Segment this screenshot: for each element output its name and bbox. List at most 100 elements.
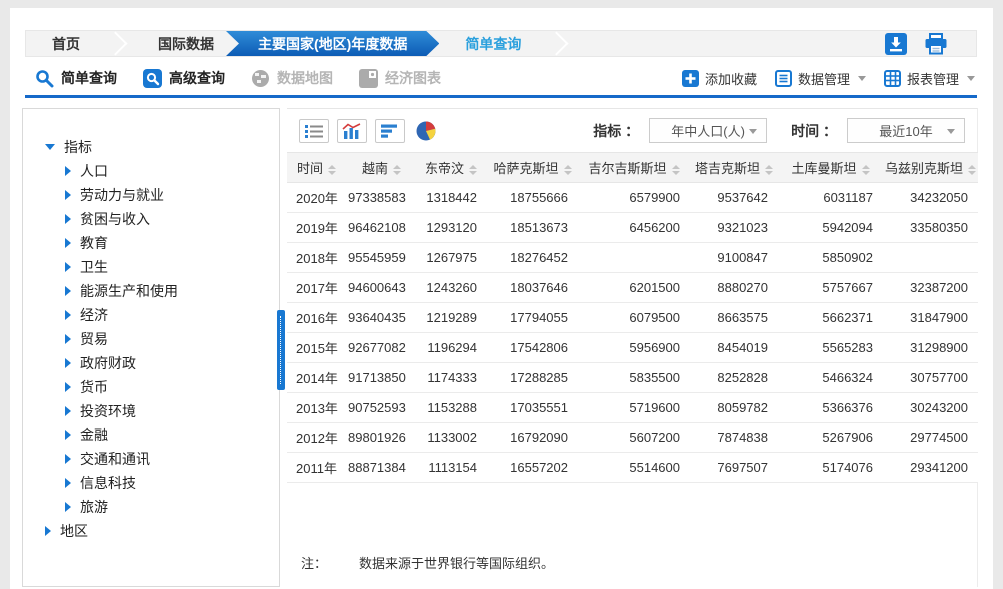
value-cell: 5514600 — [578, 453, 690, 483]
breadcrumb-annual-data-active[interactable]: 主要国家(地区)年度数据 — [226, 31, 439, 56]
column-header-时间[interactable]: 时间 — [287, 153, 348, 183]
value-cell: 8663575 — [690, 303, 778, 333]
expand-icon[interactable] — [65, 358, 71, 368]
sort-icon[interactable] — [672, 165, 680, 175]
tree-item-贸易[interactable]: 贸易 — [65, 327, 279, 351]
value-cell: 1219289 — [415, 303, 487, 333]
expand-icon[interactable] — [65, 310, 71, 320]
expand-icon[interactable] — [65, 334, 71, 344]
tree-item-信息科技[interactable]: 信息科技 — [65, 471, 279, 495]
value-cell: 34232050 — [883, 183, 978, 213]
report-manage-menu[interactable]: 报表管理 — [884, 69, 975, 88]
value-cell: 33580350 — [883, 213, 978, 243]
tree-root-region[interactable]: 地区 — [45, 519, 279, 543]
panel-splitter-handle[interactable] — [277, 310, 285, 390]
tree-item-投资环境[interactable]: 投资环境 — [65, 399, 279, 423]
value-cell: 29341200 — [883, 453, 978, 483]
time-select[interactable]: 最近10年 — [847, 118, 965, 143]
tree-item-金融[interactable]: 金融 — [65, 423, 279, 447]
tree-item-交通和通讯[interactable]: 交通和通讯 — [65, 447, 279, 471]
column-header-土库曼斯坦[interactable]: 土库曼斯坦 — [778, 153, 883, 183]
sort-icon[interactable] — [469, 165, 477, 175]
tree-item-政府财政[interactable]: 政府财政 — [65, 351, 279, 375]
data-manage-label: 数据管理 — [798, 69, 850, 88]
pie-chart-view-button[interactable] — [413, 119, 439, 143]
expand-icon[interactable] — [65, 214, 71, 224]
economy-chart-label: 经济图表 — [385, 68, 441, 88]
sort-icon[interactable] — [393, 165, 401, 175]
tree-item-人口[interactable]: 人口 — [65, 159, 279, 183]
tree-item-能源生产和使用[interactable]: 能源生产和使用 — [65, 279, 279, 303]
expand-icon[interactable] — [65, 238, 71, 248]
simple-query-button[interactable]: 简单查询 — [35, 68, 117, 88]
expand-icon[interactable] — [65, 430, 71, 440]
print-icon[interactable] — [924, 33, 948, 55]
advanced-query-label: 高级查询 — [169, 68, 225, 88]
data-manage-menu[interactable]: 数据管理 — [775, 69, 866, 88]
toolbar: 简单查询 高级查询 数据地图 经济图表 — [25, 63, 977, 98]
sort-icon[interactable] — [328, 165, 336, 175]
hbar-chart-view-button[interactable] — [375, 119, 405, 143]
expand-icon[interactable] — [65, 406, 71, 416]
sort-icon[interactable] — [564, 165, 572, 175]
sort-icon[interactable] — [862, 165, 870, 175]
expand-icon[interactable] — [65, 190, 71, 200]
column-header-越南[interactable]: 越南 — [348, 153, 415, 183]
tree-root-label: 地区 — [60, 521, 88, 541]
value-cell: 5956900 — [578, 333, 690, 363]
data-manage-icon — [775, 70, 792, 87]
table-view-button[interactable] — [299, 119, 329, 143]
add-favorite-label: 添加收藏 — [705, 69, 757, 88]
advanced-query-button[interactable]: 高级查询 — [143, 68, 225, 88]
expand-icon[interactable] — [65, 286, 71, 296]
sort-icon[interactable] — [765, 165, 773, 175]
tree-item-label: 金融 — [80, 425, 108, 445]
expand-icon[interactable] — [65, 478, 71, 488]
bar-chart-view-button[interactable] — [337, 119, 367, 143]
expand-icon[interactable] — [65, 502, 71, 512]
content-area: 指标 人口劳动力与就业贫困与收入教育卫生能源生产和使用经济贸易政府财政货币投资环… — [22, 104, 988, 589]
tree-item-label: 货币 — [80, 377, 108, 397]
value-cell: 5174076 — [778, 453, 883, 483]
indicator-select[interactable]: 年中人口(人) — [649, 118, 767, 143]
collapse-icon[interactable] — [45, 144, 55, 150]
tree-root-indicator[interactable]: 指标 — [45, 135, 279, 159]
add-favorite-button[interactable]: 添加收藏 — [682, 69, 757, 88]
hbar-chart-icon — [380, 123, 400, 139]
time-select-label: 时间 ： — [791, 121, 837, 141]
expand-icon[interactable] — [45, 526, 51, 536]
expand-icon[interactable] — [65, 166, 71, 176]
chevron-separator-icon — [106, 31, 132, 56]
breadcrumb-international-data[interactable]: 国际数据 — [132, 31, 240, 56]
value-cell: 30757700 — [883, 363, 978, 393]
table-row: 2011年88871384111315416557202551460076975… — [287, 453, 978, 483]
tree-item-货币[interactable]: 货币 — [65, 375, 279, 399]
tree-item-label: 交通和通讯 — [80, 449, 150, 469]
expand-icon[interactable] — [65, 262, 71, 272]
expand-icon[interactable] — [65, 382, 71, 392]
download-icon[interactable] — [885, 33, 907, 55]
tree-item-旅游[interactable]: 旅游 — [65, 495, 279, 519]
breadcrumb-simple-query[interactable]: 简单查询 — [439, 31, 547, 56]
tree-item-教育[interactable]: 教育 — [65, 231, 279, 255]
tree-item-经济[interactable]: 经济 — [65, 303, 279, 327]
value-cell: 6079500 — [578, 303, 690, 333]
column-header-label: 越南 — [362, 161, 388, 176]
value-cell: 90752593 — [348, 393, 415, 423]
column-header-东帝汶[interactable]: 东帝汶 — [415, 153, 487, 183]
expand-icon[interactable] — [65, 454, 71, 464]
value-cell: 1293120 — [415, 213, 487, 243]
column-header-吉尔吉斯斯坦[interactable]: 吉尔吉斯斯坦 — [578, 153, 690, 183]
column-header-塔吉克斯坦[interactable]: 塔吉克斯坦 — [690, 153, 778, 183]
column-header-乌兹别克斯坦[interactable]: 乌兹别克斯坦 — [883, 153, 978, 183]
breadcrumb-home[interactable]: 首页 — [26, 31, 106, 56]
tree-item-贫困与收入[interactable]: 贫困与收入 — [65, 207, 279, 231]
tree-item-卫生[interactable]: 卫生 — [65, 255, 279, 279]
tree-item-劳动力与就业[interactable]: 劳动力与就业 — [65, 183, 279, 207]
value-cell: 32387200 — [883, 273, 978, 303]
value-cell: 97338583 — [348, 183, 415, 213]
view-controls: 指标 ： 年中人口(人) 时间 ： 最近10年 — [287, 109, 977, 152]
sort-icon[interactable] — [968, 165, 976, 175]
column-header-哈萨克斯坦[interactable]: 哈萨克斯坦 — [487, 153, 578, 183]
value-cell: 5662371 — [778, 303, 883, 333]
